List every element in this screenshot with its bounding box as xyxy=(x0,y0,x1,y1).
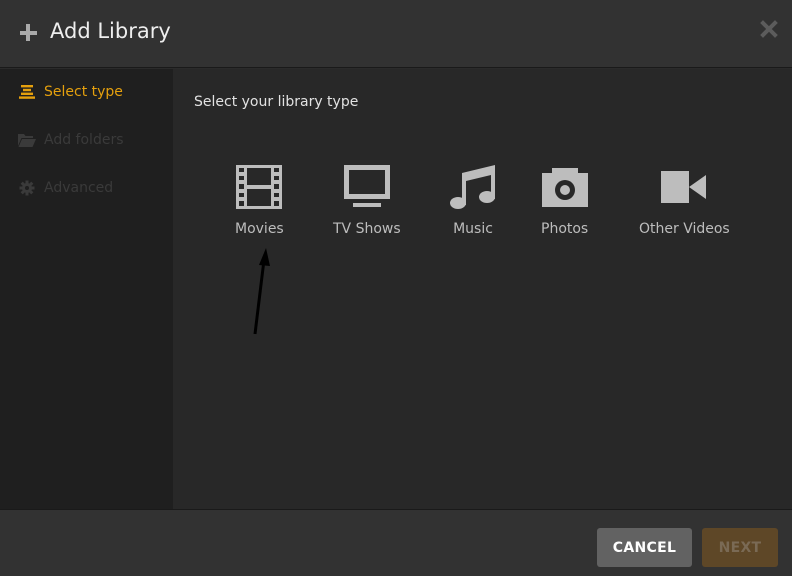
sidebar-item-advanced: Advanced xyxy=(18,177,113,199)
sidebar-item-add-folders: Add folders xyxy=(18,129,124,151)
library-type-label: Photos xyxy=(541,221,589,237)
library-type-label: TV Shows xyxy=(333,221,401,237)
camera-icon xyxy=(541,163,588,211)
film-icon xyxy=(236,163,283,211)
music-note-icon xyxy=(450,163,496,211)
library-type-tv-shows[interactable]: TV Shows xyxy=(333,163,401,237)
folder-icon xyxy=(18,132,36,148)
sidebar: Select type Add folders Advanced xyxy=(0,69,173,509)
library-type-other-videos[interactable]: Other Videos xyxy=(639,163,730,237)
sidebar-item-label: Add folders xyxy=(44,132,124,148)
sidebar-item-label: Advanced xyxy=(44,180,114,196)
tv-icon xyxy=(343,163,390,211)
annotation-arrow xyxy=(253,248,270,335)
list-icon xyxy=(18,84,36,100)
library-type-label: Movies xyxy=(235,221,284,237)
library-type-movies[interactable]: Movies xyxy=(235,163,284,237)
cancel-button[interactable]: CANCEL xyxy=(597,528,692,567)
section-heading: Select your library type xyxy=(194,94,359,110)
library-type-label: Music xyxy=(453,221,493,237)
dialog-title: Add Library xyxy=(50,19,171,43)
plus-icon xyxy=(18,22,38,42)
next-button[interactable]: NEXT xyxy=(702,528,778,567)
library-type-photos[interactable]: Photos xyxy=(541,163,588,237)
sidebar-item-select-type[interactable]: Select type xyxy=(18,81,123,103)
sidebar-item-label: Select type xyxy=(44,84,123,100)
video-camera-icon xyxy=(661,163,707,211)
dialog-footer: CANCEL NEXT xyxy=(0,509,792,576)
library-type-music[interactable]: Music xyxy=(450,163,496,237)
close-icon xyxy=(760,20,778,38)
close-button[interactable] xyxy=(759,19,779,39)
gear-icon xyxy=(18,180,36,196)
dialog-header: Add Library xyxy=(0,0,792,68)
library-type-label: Other Videos xyxy=(639,221,730,237)
